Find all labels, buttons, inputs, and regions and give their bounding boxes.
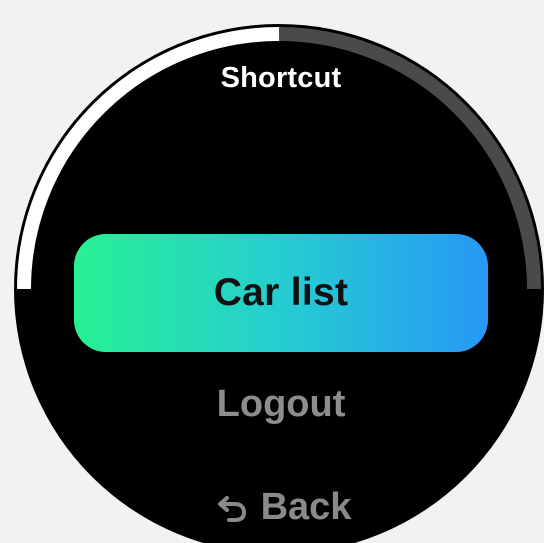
car-list-label: Car list <box>213 271 349 314</box>
page-title: Shortcut <box>220 62 342 94</box>
screen: Shortcut Car list Logout Back <box>0 0 544 543</box>
car-list-button[interactable]: Car list <box>74 234 488 352</box>
back-arrow-icon <box>215 490 249 524</box>
back-button[interactable]: Back <box>188 478 378 536</box>
back-label: Back <box>260 485 352 528</box>
logout-button[interactable]: Logout <box>74 372 488 436</box>
